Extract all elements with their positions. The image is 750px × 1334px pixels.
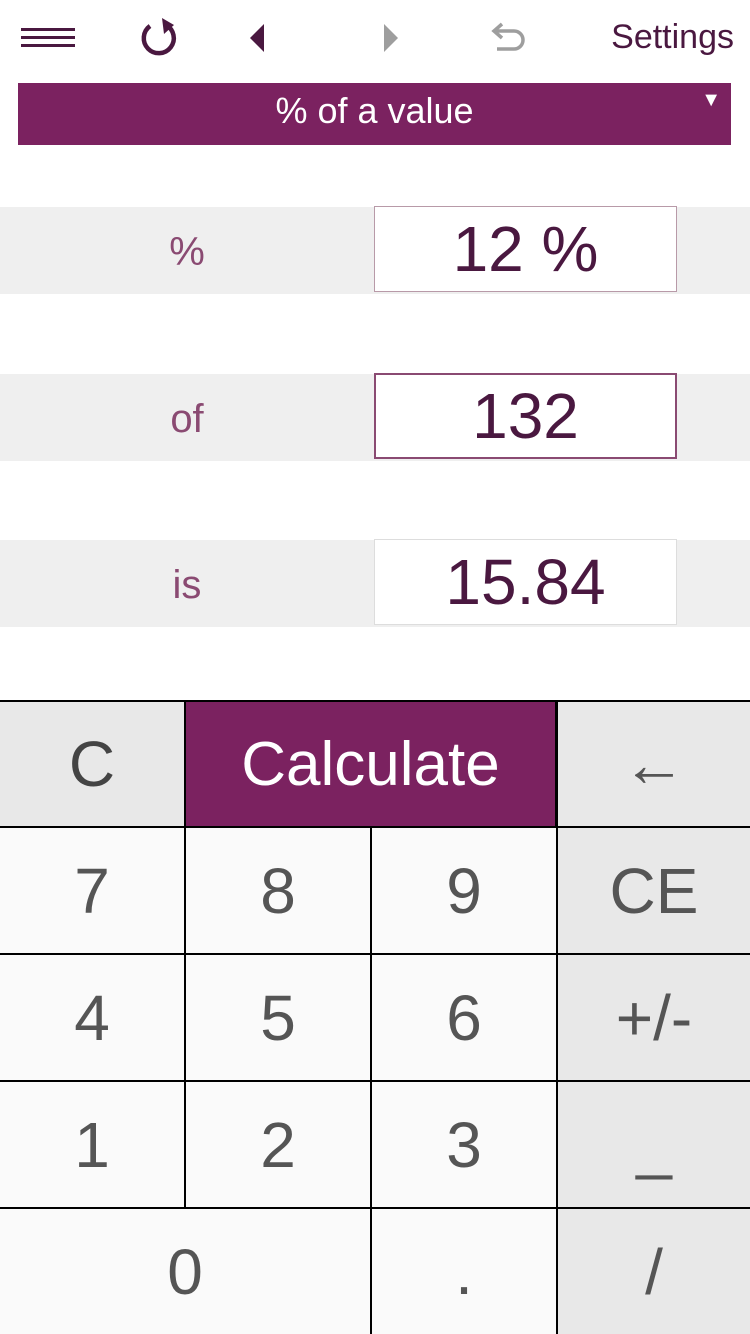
sign-toggle-key[interactable]: +/- <box>558 955 750 1080</box>
key-7[interactable]: 7 <box>0 828 184 953</box>
settings-button[interactable]: Settings <box>611 18 734 57</box>
menu-button[interactable] <box>10 0 85 75</box>
result-field: 15.84 <box>374 539 677 625</box>
key-0[interactable]: 0 <box>0 1209 370 1334</box>
triangle-left-icon <box>249 23 264 52</box>
keypad: C Calculate ← 7 8 9 CE 4 5 6 +/- 1 2 3 _… <box>0 700 750 1334</box>
key-1[interactable]: 1 <box>0 1082 184 1207</box>
next-button[interactable] <box>362 0 417 75</box>
decimal-key[interactable]: . <box>372 1209 556 1334</box>
dropdown-caret-icon: ▼ <box>701 89 721 111</box>
mode-dropdown[interactable]: % of a value ▼ <box>18 83 731 145</box>
slash-key[interactable]: / <box>558 1209 750 1334</box>
toolbar: Settings <box>0 0 750 75</box>
of-input[interactable]: 132 <box>374 373 677 459</box>
hamburger-menu-icon <box>20 27 75 47</box>
is-label: is <box>172 563 202 607</box>
triangle-right-icon <box>383 23 398 52</box>
key-9[interactable]: 9 <box>372 828 556 953</box>
key-2[interactable]: 2 <box>186 1082 370 1207</box>
previous-button[interactable] <box>230 0 285 75</box>
backspace-key[interactable]: ← <box>558 702 750 826</box>
reset-rotate-icon <box>141 17 177 55</box>
key-4[interactable]: 4 <box>0 955 184 1080</box>
key-6[interactable]: 6 <box>372 955 556 1080</box>
undo-button[interactable] <box>480 0 535 75</box>
key-5[interactable]: 5 <box>186 955 370 1080</box>
percent-input[interactable]: 12 % <box>374 206 677 292</box>
of-label: of <box>170 397 204 441</box>
undo-arrow-icon <box>490 22 525 51</box>
underscore-key[interactable]: _ <box>558 1082 750 1207</box>
reset-button[interactable] <box>125 0 195 75</box>
mode-selected-label: % of a value <box>275 90 474 131</box>
clear-entry-key[interactable]: CE <box>558 828 750 953</box>
clear-key[interactable]: C <box>0 702 184 826</box>
percent-label: % <box>169 230 205 274</box>
calculate-button[interactable]: Calculate <box>186 702 555 826</box>
key-8[interactable]: 8 <box>186 828 370 953</box>
key-3[interactable]: 3 <box>372 1082 556 1207</box>
